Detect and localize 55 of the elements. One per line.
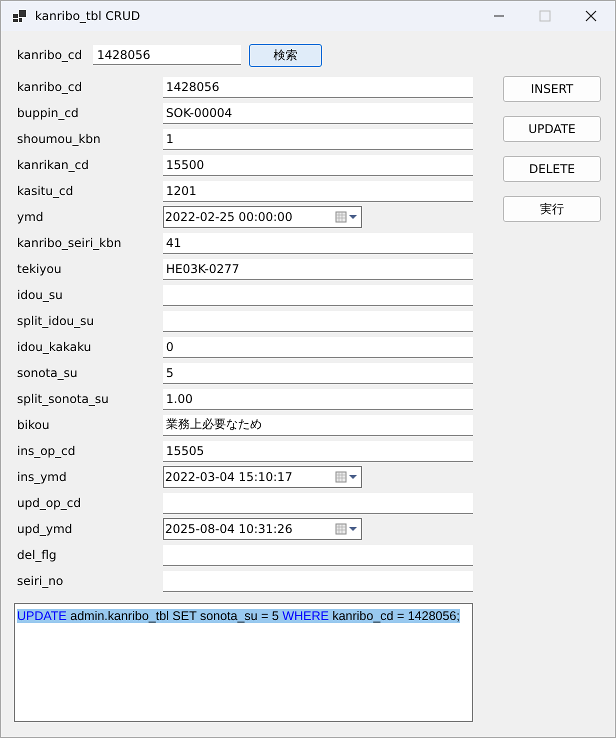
field-label: idou_su (17, 288, 64, 302)
input-field[interactable] (163, 310, 473, 332)
field-label: kanribo_cd (17, 48, 84, 62)
calendar-dropdown-icon[interactable] (335, 211, 359, 223)
input-field[interactable]: 5 (163, 362, 473, 384)
field-label: upd_op_cd (17, 496, 82, 510)
field-label: seiri_no (17, 574, 64, 588)
close-icon[interactable] (585, 10, 597, 22)
input-field[interactable]: 41 (163, 232, 473, 254)
action-button[interactable]: DELETE (503, 156, 601, 182)
field-label: idou_kakaku (17, 340, 92, 354)
field-label: ins_op_cd (17, 444, 76, 458)
calendar-dropdown-icon[interactable] (335, 523, 359, 535)
input-field[interactable]: 業務上必要なため (163, 414, 473, 436)
input-field[interactable]: 15500 (163, 154, 473, 176)
field-label: shoumou_kbn (17, 132, 102, 146)
sql-text-area[interactable]: UPDATE admin.kanribo_tbl SET sonota_su = 5 WHERE kanribo_cd = 1428056; (14, 603, 473, 722)
date-picker[interactable]: 2022-02-25 00:00:00 (163, 206, 362, 228)
field-label: bikou (17, 418, 50, 432)
field-label: del_flg (17, 548, 58, 562)
action-button[interactable]: INSERT (503, 76, 601, 102)
input-field[interactable]: 1428056 (163, 76, 473, 98)
input-field[interactable] (163, 544, 473, 566)
field-label: kanribo_cd (17, 80, 84, 94)
field-label: split_idou_su (17, 314, 95, 328)
input-field[interactable]: SOK-00004 (163, 102, 473, 124)
action-button[interactable]: UPDATE (503, 116, 601, 142)
search-field[interactable]: 1428056 (93, 45, 241, 65)
input-field[interactable]: 0 (163, 336, 473, 358)
field-label: ins_ymd (17, 470, 68, 484)
field-label: ymd (17, 210, 44, 224)
calendar-dropdown-icon[interactable] (335, 471, 359, 483)
app-icon (13, 10, 27, 22)
action-button[interactable]: 実行 (503, 196, 601, 222)
field-label: tekiyou (17, 262, 62, 276)
date-picker[interactable]: 2022-03-04 15:10:17 (163, 466, 362, 488)
field-label: split_sonota_su (17, 392, 110, 406)
field-label: upd_ymd (17, 522, 74, 536)
field-label: buppin_cd (17, 106, 80, 120)
sql-statement: UPDATE admin.kanribo_tbl SET sonota_su = 5 WHERE kanribo_cd = 1428056; (17, 609, 460, 623)
search-button[interactable]: 検索 (249, 44, 322, 66)
input-field[interactable]: HE03K-0277 (163, 258, 473, 280)
input-field[interactable]: 1.00 (163, 388, 473, 410)
field-label: kanribo_seiri_kbn (17, 236, 122, 250)
field-label: kasitu_cd (17, 184, 74, 198)
input-field[interactable] (163, 284, 473, 306)
field-label: sonota_su (17, 366, 78, 380)
date-picker[interactable]: 2025-08-04 10:31:26 (163, 518, 362, 540)
input-field[interactable]: 1 (163, 128, 473, 150)
window-title: kanribo_tbl CRUD (35, 9, 140, 23)
input-field[interactable]: 1201 (163, 180, 473, 202)
input-field[interactable] (163, 492, 473, 514)
field-label: kanrikan_cd (17, 158, 90, 172)
input-field[interactable] (163, 570, 473, 592)
input-field[interactable]: 15505 (163, 440, 473, 462)
